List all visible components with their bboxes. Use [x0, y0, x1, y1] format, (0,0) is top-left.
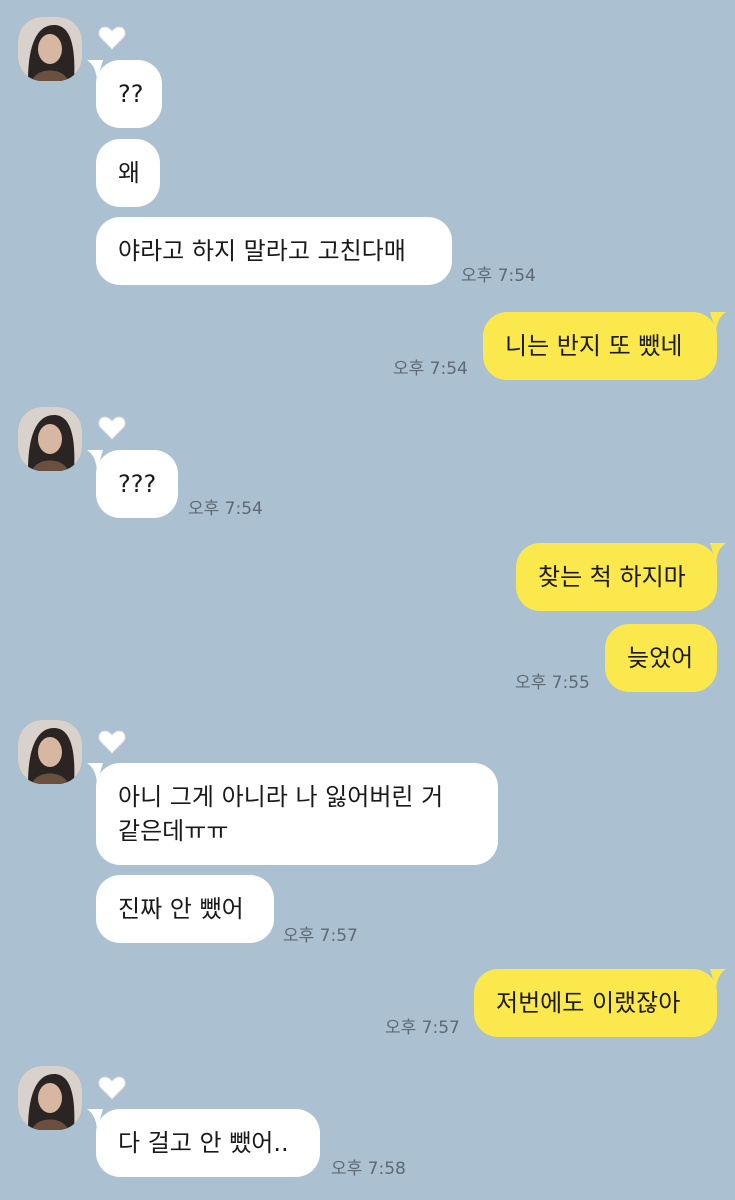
- message-bubble[interactable]: 저번에도 이랬잖아: [474, 969, 726, 1037]
- timestamp: 오후 7:58: [331, 1159, 406, 1179]
- message-text: 다 걸고 안 뺐어..: [118, 1129, 289, 1157]
- heart-icon[interactable]: [98, 25, 126, 51]
- timestamp: 오후 7:55: [515, 673, 590, 693]
- avatar[interactable]: [18, 1066, 82, 1130]
- avatar[interactable]: [18, 17, 82, 81]
- timestamp: 오후 7:57: [283, 926, 358, 946]
- message-text: ??: [118, 80, 144, 108]
- message-text: 왜: [118, 159, 141, 187]
- message-text-line: 아니 그게 아니라 나 잃어버린 거: [118, 783, 444, 811]
- message-bubble[interactable]: 아니 그게 아니라 나 잃어버린 거 같은데ㅠㅠ: [87, 763, 498, 865]
- message-text: 니는 반지 또 뺐네: [505, 332, 683, 360]
- timestamp: 오후 7:54: [188, 499, 263, 519]
- timestamp: 오후 7:57: [385, 1018, 460, 1038]
- avatar[interactable]: [18, 720, 82, 784]
- message-text: 야라고 하지 말라고 고친다매: [118, 237, 406, 265]
- timestamp: 오후 7:54: [461, 266, 536, 286]
- message-text: 저번에도 이랬잖아: [496, 989, 681, 1017]
- message-bubble[interactable]: 다 걸고 안 뺐어..: [87, 1109, 320, 1177]
- message-bubble[interactable]: 진짜 안 뺐어: [96, 875, 274, 943]
- message-text: 진짜 안 뺐어: [118, 895, 244, 923]
- message-bubble[interactable]: 니는 반지 또 뺐네: [483, 312, 726, 380]
- message-text: ???: [118, 470, 157, 498]
- heart-icon[interactable]: [98, 415, 126, 441]
- message-bubble[interactable]: ??: [87, 60, 162, 128]
- message-bubble[interactable]: 찾는 척 하지마: [516, 543, 726, 611]
- message-bubble[interactable]: ???: [87, 450, 178, 518]
- message-text-line: 같은데ㅠㅠ: [118, 817, 229, 845]
- timestamp: 오후 7:54: [393, 359, 468, 379]
- message-text: 늦었어: [627, 644, 694, 672]
- heart-icon[interactable]: [98, 729, 126, 755]
- heart-icon[interactable]: [98, 1075, 126, 1101]
- avatar[interactable]: [18, 407, 82, 471]
- message-bubble[interactable]: 늦었어: [605, 624, 717, 692]
- message-text: 찾는 척 하지마: [538, 563, 686, 591]
- message-bubble[interactable]: 야라고 하지 말라고 고친다매: [96, 217, 452, 285]
- message-bubble[interactable]: 왜: [96, 139, 160, 207]
